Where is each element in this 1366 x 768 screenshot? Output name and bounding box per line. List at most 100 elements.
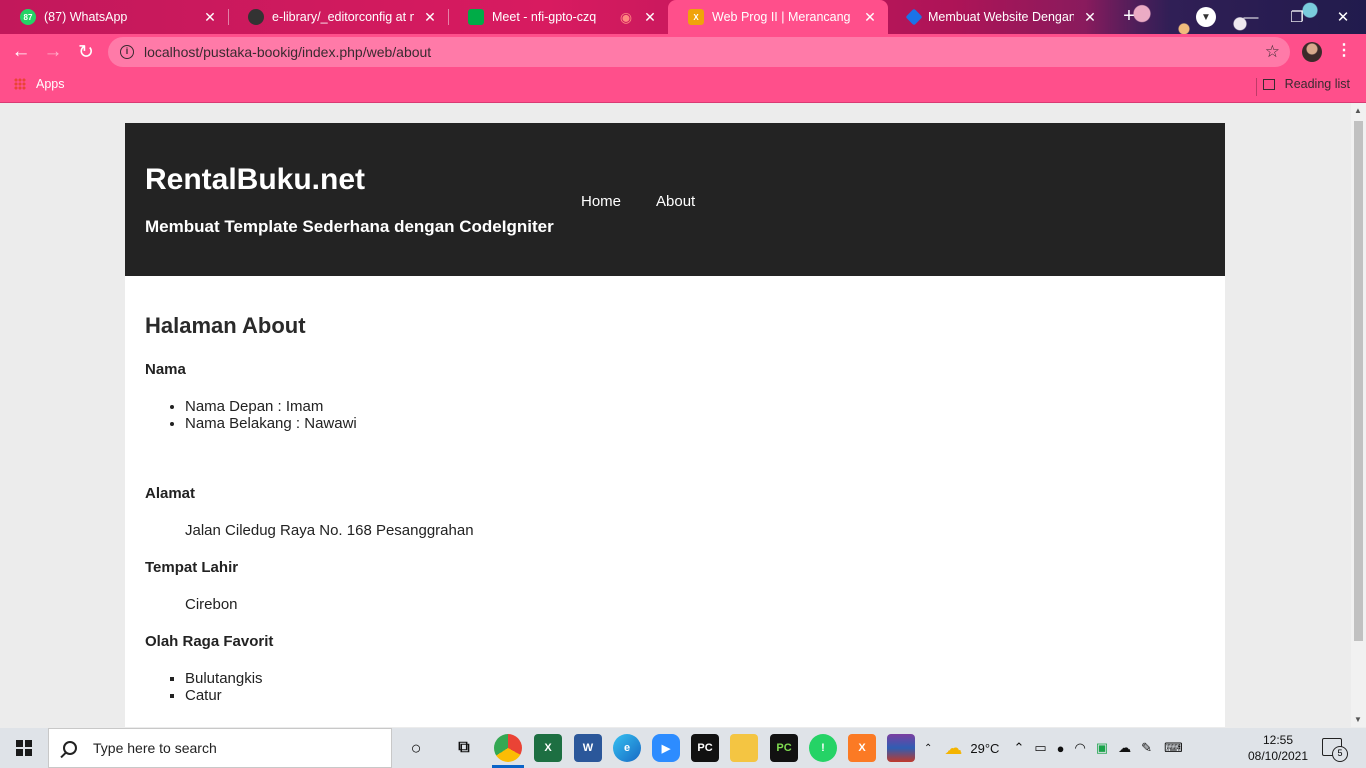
- section-label-tempat-lahir: Tempat Lahir: [145, 559, 239, 576]
- chevron-up-icon[interactable]: ⌃: [1013, 740, 1024, 756]
- scroll-up-arrow-icon[interactable]: ▲: [1354, 106, 1362, 115]
- system-tray: ⌃ ☁ 29°C ⌃ ▭ ● ◠ ▣ ☁ ✎ ⌨: [924, 728, 1183, 768]
- apps-bookmark[interactable]: Apps: [14, 77, 65, 91]
- onedrive-icon[interactable]: ☁: [1118, 740, 1131, 756]
- close-icon[interactable]: ✕: [202, 9, 218, 26]
- close-icon[interactable]: ✕: [422, 9, 438, 26]
- taskbar-search[interactable]: Type here to search: [48, 728, 392, 768]
- nama-list: Nama Depan : Imam Nama Belakang : Nawawi: [185, 398, 1205, 432]
- cortana-icon[interactable]: ○: [402, 734, 430, 762]
- chrome-icon[interactable]: [494, 734, 522, 762]
- excel-icon[interactable]: X: [534, 734, 562, 762]
- reload-button[interactable]: ↻: [73, 39, 99, 65]
- app-tray-icon[interactable]: ▣: [1096, 740, 1108, 756]
- olahraga-list: Bulutangkis Catur: [185, 670, 1205, 704]
- list-item: Catur: [185, 687, 1205, 704]
- apps-label: Apps: [36, 77, 65, 91]
- windows-taskbar: Type here to search ○ ⧉ X W e ▶ PC PC ! …: [0, 728, 1366, 768]
- clock[interactable]: 12:55 08/10/2021: [1246, 732, 1310, 764]
- word-icon[interactable]: W: [574, 734, 602, 762]
- microphone-icon[interactable]: ●: [1057, 741, 1065, 756]
- section-label-alamat: Alamat: [145, 485, 196, 502]
- tab-title: e-library/_editorconfig at ma: [272, 10, 414, 24]
- close-icon[interactable]: ✕: [862, 9, 878, 26]
- whatsapp-icon: 87: [20, 9, 36, 25]
- tab-meet[interactable]: Meet - nfi-gpto-czq ◉ ✕: [448, 0, 668, 34]
- reading-list-label: Reading list: [1284, 77, 1350, 91]
- tab-search-icon[interactable]: ▼: [1196, 7, 1216, 27]
- tray-overflow-icon[interactable]: ⌃: [924, 743, 932, 754]
- bookmark-star-icon[interactable]: ☆: [1265, 42, 1280, 62]
- whatsapp-taskbar-icon[interactable]: !: [809, 734, 837, 762]
- scroll-down-arrow-icon[interactable]: ▼: [1354, 715, 1362, 724]
- back-button[interactable]: ←: [8, 39, 34, 65]
- recording-icon: ◉: [619, 8, 633, 25]
- wifi-icon[interactable]: ◠: [1075, 740, 1086, 756]
- tab-web-prog[interactable]: X Web Prog II | Merancang Tem ✕: [668, 0, 888, 34]
- task-view-icon[interactable]: ⧉: [450, 734, 478, 762]
- clock-time: 12:55: [1262, 733, 1294, 747]
- tab-github[interactable]: e-library/_editorconfig at ma ✕: [228, 0, 448, 34]
- notification-badge: 5: [1332, 746, 1348, 762]
- url-text[interactable]: localhost/pustaka-bookig/index.php/web/a…: [144, 44, 431, 60]
- keyboard-icon[interactable]: ⌨: [1164, 740, 1183, 756]
- search-icon: [63, 741, 77, 755]
- xampp-icon: X: [688, 9, 704, 25]
- section-label-nama: Nama: [145, 361, 186, 378]
- list-item: Nama Depan : Imam: [185, 398, 1205, 415]
- search-placeholder: Type here to search: [93, 740, 217, 756]
- forward-button[interactable]: →: [40, 39, 66, 65]
- pycharm-edu-icon[interactable]: PC: [770, 734, 798, 762]
- scrollbar-thumb[interactable]: [1354, 121, 1363, 641]
- profile-avatar[interactable]: [1302, 42, 1322, 62]
- vertical-scrollbar[interactable]: ▲ ▼: [1351, 103, 1366, 727]
- temperature-text[interactable]: 29°C: [970, 741, 999, 756]
- clock-date: 08/10/2021: [1247, 749, 1309, 763]
- site-title: RentalBuku.net: [145, 163, 366, 196]
- bookmark-separator: [1256, 78, 1257, 96]
- info-icon[interactable]: i: [120, 45, 134, 59]
- tab-title: (87) WhatsApp: [44, 10, 128, 24]
- bookmarks-bar: Apps Reading list: [0, 70, 1366, 103]
- minimize-button[interactable]: —: [1228, 0, 1274, 34]
- more-menu-icon[interactable]: ⋮: [1336, 40, 1352, 60]
- nav-link-home[interactable]: Home: [581, 193, 621, 210]
- windows-logo-icon: [16, 740, 32, 756]
- battery-icon[interactable]: ▭: [1034, 740, 1046, 756]
- list-item: Bulutangkis: [185, 670, 1205, 687]
- site-nav: Home About: [581, 193, 695, 210]
- restore-button[interactable]: ❐: [1274, 0, 1320, 34]
- tab-title: Meet - nfi-gpto-czq: [492, 10, 597, 24]
- page-viewport: RentalBuku.net Membuat Template Sederhan…: [0, 103, 1351, 727]
- close-icon[interactable]: ✕: [642, 9, 658, 26]
- reading-list-icon: [1262, 78, 1275, 90]
- reading-list-button[interactable]: Reading list: [1262, 77, 1350, 91]
- nav-link-about[interactable]: About: [656, 193, 695, 210]
- alamat-value: Jalan Ciledug Raya No. 168 Pesanggrahan: [185, 522, 474, 539]
- github-icon: [248, 9, 264, 25]
- tab-title: Web Prog II | Merancang Tem: [712, 10, 854, 24]
- start-button[interactable]: [0, 728, 48, 768]
- file-explorer-icon[interactable]: [730, 734, 758, 762]
- address-bar[interactable]: i localhost/pustaka-bookig/index.php/web…: [108, 37, 1290, 67]
- zoom-icon[interactable]: ▶: [652, 734, 680, 762]
- tab-title: Membuat Website Dengan C: [928, 10, 1074, 24]
- winrar-icon[interactable]: [887, 734, 915, 762]
- new-tab-button[interactable]: +: [1117, 5, 1141, 29]
- main-content: Halaman About Nama Nama Depan : Imam Nam…: [125, 276, 1225, 727]
- list-item: Nama Belakang : Nawawi: [185, 415, 1205, 432]
- browser-toolbar: ← → ↻ i localhost/pustaka-bookig/index.p…: [0, 34, 1366, 70]
- tab-whatsapp[interactable]: 87 (87) WhatsApp ✕: [0, 0, 228, 34]
- site-header: RentalBuku.net Membuat Template Sederhan…: [125, 123, 1225, 276]
- edge-icon[interactable]: e: [613, 734, 641, 762]
- weather-icon[interactable]: ☁: [944, 738, 962, 759]
- xampp-taskbar-icon[interactable]: X: [848, 734, 876, 762]
- close-icon[interactable]: ✕: [1082, 9, 1098, 26]
- pycharm-icon[interactable]: PC: [691, 734, 719, 762]
- tab-membuat-website[interactable]: Membuat Website Dengan C ✕: [888, 0, 1108, 34]
- pen-icon[interactable]: ✎: [1141, 740, 1152, 756]
- tempat-lahir-value: Cirebon: [185, 596, 238, 613]
- close-window-button[interactable]: ✕: [1320, 0, 1366, 34]
- apps-grid-icon: [14, 78, 26, 90]
- website-icon: [905, 8, 923, 26]
